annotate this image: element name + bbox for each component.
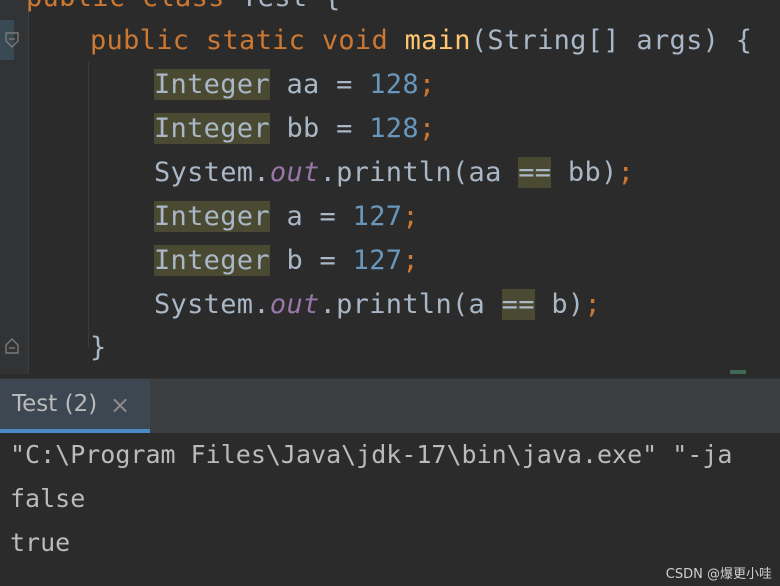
semicolon: ; (402, 245, 419, 276)
brace: } (90, 332, 107, 363)
keyword: public (26, 0, 125, 13)
code-text: System. (154, 157, 270, 188)
method-name: main (404, 25, 471, 56)
semicolon: ; (584, 289, 602, 320)
code-line-close-brace[interactable]: } (90, 328, 107, 368)
console-output-line: false (10, 484, 86, 513)
static-field: out (269, 157, 320, 188)
type-integer: Integer (154, 113, 270, 144)
keyword: public (90, 25, 190, 56)
code-text: b) (534, 289, 585, 320)
scroll-marker (730, 370, 746, 374)
equality-operator: == (518, 157, 552, 188)
close-icon[interactable]: × (110, 391, 130, 419)
semicolon: ; (418, 69, 436, 100)
number-literal: 128 (369, 69, 419, 100)
code-text: System. (154, 289, 270, 320)
code-line-bb[interactable]: Integer bb = 128; (154, 109, 435, 149)
console-command-line: "C:\Program Files\Java\jdk-17\bin\java.e… (10, 440, 733, 469)
code-text: bb) (551, 157, 618, 188)
number-literal: 128 (369, 113, 419, 144)
indent-guide (88, 62, 89, 348)
watermark: CSDN @爆更小哇 (665, 567, 772, 582)
code-line-a[interactable]: Integer a = 127; (154, 197, 419, 237)
editor-gutter (0, 0, 29, 374)
console-output-line: true (10, 528, 71, 557)
code-line-println-aa-bb[interactable]: System.out.println(aa == bb); (154, 153, 634, 193)
number-literal: 127 (352, 245, 403, 276)
type-integer: Integer (154, 245, 270, 276)
code-line-aa[interactable]: Integer aa = 128; (154, 65, 435, 105)
class-name: Test (241, 0, 307, 13)
fold-open-icon[interactable] (5, 32, 19, 48)
keyword: static (205, 25, 306, 56)
brace: { (324, 0, 341, 13)
equality-operator: == (501, 289, 535, 320)
type-integer: Integer (154, 201, 270, 232)
code-line-b[interactable]: Integer b = 127; (154, 241, 419, 281)
semicolon: ; (418, 113, 436, 144)
number-literal: 127 (352, 201, 403, 232)
keyword: void (321, 25, 389, 56)
run-tool-window-tabs: Test (2) × (0, 378, 780, 433)
code-text: bb = (269, 113, 370, 144)
code-line-println-a-b[interactable]: System.out.println(a == b); (154, 285, 601, 325)
code-text: aa = (269, 69, 370, 100)
semicolon: ; (402, 201, 419, 232)
code-text: .println(a (319, 289, 502, 320)
fold-close-icon[interactable] (5, 338, 19, 354)
code-editor[interactable]: public class Test { public static void m… (0, 0, 780, 374)
run-tab[interactable]: Test (2) × (0, 379, 150, 433)
static-field: out (269, 289, 320, 320)
code-text: .println(aa (319, 157, 519, 188)
code-text: a = (269, 201, 353, 232)
method-params: (String[] args) { (470, 25, 753, 56)
code-text: b = (269, 245, 353, 276)
run-console[interactable]: "C:\Program Files\Java\jdk-17\bin\java.e… (0, 433, 780, 586)
run-tab-label: Test (2) (12, 391, 98, 417)
semicolon: ; (617, 157, 635, 188)
keyword: class (142, 0, 225, 13)
code-line-main-decl[interactable]: public static void main(String[] args) { (90, 21, 752, 61)
code-line-class-decl[interactable]: public class Test { (26, 0, 341, 18)
type-integer: Integer (154, 69, 270, 100)
